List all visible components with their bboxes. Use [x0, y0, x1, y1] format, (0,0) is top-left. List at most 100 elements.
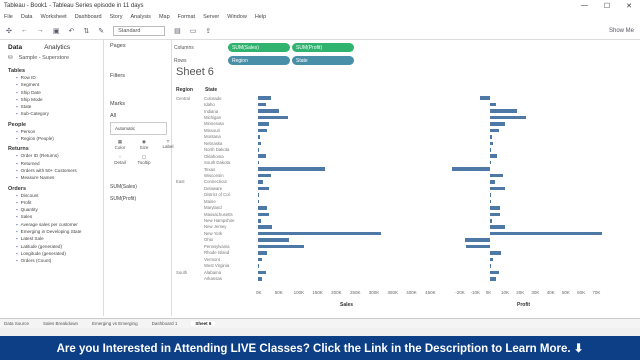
profit-bar[interactable] [489, 180, 496, 184]
sum-sales-card[interactable]: SUM(Sales) [106, 181, 171, 193]
sales-bar[interactable] [258, 264, 259, 268]
sales-bar[interactable] [258, 206, 268, 210]
promo-banner[interactable]: Are you Interested in Attending LIVE Cla… [0, 336, 640, 360]
tab-dashboard-1[interactable]: Dashboard 1 [152, 321, 178, 326]
datasource-name[interactable]: Sample - Superstore [19, 55, 69, 61]
tables-field[interactable]: ▪ Ship Date [0, 90, 103, 97]
profit-bar[interactable] [489, 186, 505, 191]
orders-field[interactable]: ▪ Sales [0, 214, 103, 221]
marks-all[interactable]: All [106, 110, 171, 122]
menu-worksheet[interactable]: Worksheet [41, 14, 67, 20]
menu-story[interactable]: Story [110, 14, 123, 20]
tab-emerging-vs-emerging[interactable]: Emerging vs Emerging [92, 321, 138, 326]
people-field[interactable]: ▪ Person [0, 129, 103, 136]
columns-shelf[interactable]: Columns SUM(Sales) SUM(Profit) [174, 42, 640, 53]
presentation-icon[interactable]: ▭ [190, 27, 197, 35]
region-pill[interactable]: Region [228, 56, 290, 65]
tab-sales-breakdown[interactable]: Sales Breakdown [43, 321, 78, 326]
sales-bar[interactable] [258, 277, 263, 281]
sales-bar[interactable] [258, 218, 261, 223]
sales-bar[interactable] [258, 257, 262, 262]
profit-pill[interactable]: SUM(Profit) [292, 43, 354, 52]
sales-bar[interactable] [258, 251, 267, 255]
sales-bar[interactable] [258, 199, 259, 204]
profit-bar[interactable] [489, 270, 499, 275]
returns-field[interactable]: ▪ Returned [0, 161, 103, 168]
misc-field[interactable]: ▪ Measure Names [0, 175, 103, 182]
sort-icon[interactable]: ⇅ [83, 27, 89, 35]
save-icon[interactable]: ▣ [53, 27, 60, 35]
profit-bar[interactable] [489, 173, 503, 178]
orders-field[interactable]: ▪ Profit [0, 200, 103, 207]
profit-bar[interactable] [489, 225, 505, 229]
menu-help[interactable]: Help [255, 14, 266, 20]
profit-bar[interactable] [489, 160, 491, 165]
tab-data-source[interactable]: Data Source [4, 321, 29, 326]
profit-bar[interactable] [489, 141, 493, 146]
profit-bar[interactable] [465, 238, 490, 242]
profit-bar[interactable] [451, 167, 490, 171]
sales-bar[interactable] [258, 96, 271, 100]
profit-bar[interactable] [489, 199, 491, 204]
profit-bar[interactable] [489, 264, 491, 268]
data-tab[interactable]: Data [8, 44, 22, 51]
sales-bar[interactable] [258, 135, 260, 139]
profit-bar[interactable] [489, 122, 505, 126]
sales-bar[interactable] [258, 244, 305, 249]
highlight-icon[interactable]: ✎ [98, 27, 104, 35]
profit-bar[interactable] [489, 206, 501, 210]
profit-bar[interactable] [479, 96, 490, 100]
orders-field[interactable]: ▪ Latest Sale [0, 236, 103, 243]
tab-sheet-6[interactable]: Sheet 6 [191, 321, 216, 326]
menu-dashboard[interactable]: Dashboard [75, 14, 102, 20]
sales-bar[interactable] [258, 102, 267, 107]
back-icon[interactable]: ← [21, 27, 28, 34]
sales-bar[interactable] [258, 154, 266, 159]
returns-field[interactable]: ▪ Order ID (Returns) [0, 153, 103, 160]
profit-bar[interactable] [466, 244, 490, 249]
sales-bar[interactable] [258, 186, 269, 191]
tables-field[interactable]: ▪ Row ID [0, 75, 103, 82]
profit-bar[interactable] [489, 128, 500, 133]
state-pill[interactable]: State [292, 56, 354, 65]
show-me-button[interactable]: Show Me [609, 28, 640, 34]
profit-bar[interactable] [489, 135, 493, 139]
profit-bar[interactable] [489, 257, 494, 262]
sales-bar[interactable] [258, 173, 271, 178]
profit-bar[interactable] [489, 277, 496, 281]
sales-bar[interactable] [258, 212, 270, 217]
size-button[interactable]: ◉ Size [134, 139, 154, 150]
rows-shelf[interactable]: Rows Region State [174, 55, 640, 66]
menu-format[interactable]: Format [178, 14, 195, 20]
profit-bar[interactable] [489, 109, 518, 113]
color-button[interactable]: ▦ Color [110, 139, 130, 150]
sales-bar[interactable] [258, 160, 259, 165]
orders-header[interactable]: Orders [0, 183, 103, 193]
mark-type-dropdown[interactable]: Automatic [110, 122, 167, 135]
menu-data[interactable]: Data [21, 14, 33, 20]
tables-field[interactable]: ▪ Segment [0, 82, 103, 89]
maximize-button[interactable]: ☐ [604, 2, 610, 10]
profit-bar[interactable] [489, 193, 492, 197]
orders-field[interactable]: ▪ Emerging in Developing State [0, 229, 103, 236]
menu-window[interactable]: Window [227, 14, 247, 20]
sales-pill[interactable]: SUM(Sales) [228, 43, 290, 52]
people-field[interactable]: ▪ Region (People) [0, 136, 103, 143]
profit-bar[interactable] [489, 102, 496, 107]
sales-bar[interactable] [258, 270, 266, 275]
orders-field[interactable]: ▪ Average sales per customer [0, 222, 103, 229]
sales-bar[interactable] [258, 141, 261, 146]
sales-bar[interactable] [258, 225, 272, 229]
profit-bar[interactable] [489, 231, 603, 236]
orders-field[interactable]: ▪ Orders (Count) [0, 258, 103, 265]
people-header[interactable]: People [0, 119, 103, 129]
profit-bar[interactable] [489, 148, 491, 152]
sales-bar[interactable] [258, 193, 260, 197]
tooltip-button[interactable]: ▢ Tooltip [134, 154, 154, 165]
analytics-tab[interactable]: Analytics [44, 44, 70, 51]
sales-bar[interactable] [258, 148, 259, 152]
menu-file[interactable]: File [4, 14, 13, 20]
orders-field[interactable]: ▪ Latitude (generated) [0, 244, 103, 251]
menu-analysis[interactable]: Analysis [130, 14, 150, 20]
close-button[interactable]: ✕ [626, 2, 632, 10]
